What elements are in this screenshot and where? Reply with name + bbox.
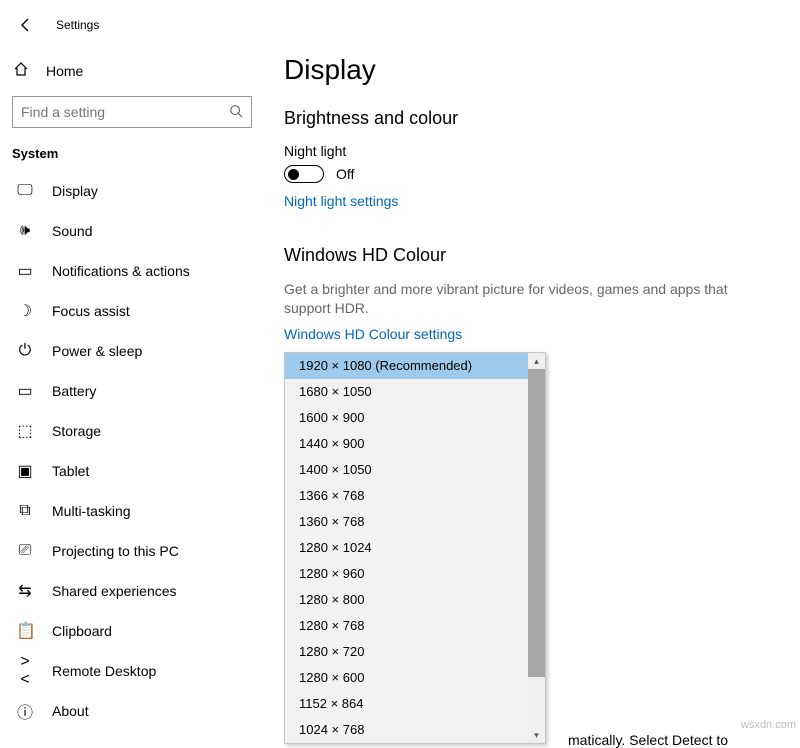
scroll-thumb[interactable] — [528, 369, 545, 677]
scroll-down-icon[interactable]: ▾ — [528, 727, 545, 743]
resolution-option-list: 1920 × 1080 (Recommended)1680 × 10501600… — [285, 353, 528, 743]
clipboard-icon: 📋 — [16, 621, 34, 641]
resolution-option[interactable]: 1366 × 768 — [285, 483, 528, 509]
sidebar-item-label: Battery — [52, 383, 96, 399]
sidebar-item-power-sleep[interactable]: ⏻ Power & sleep — [12, 331, 252, 371]
resolution-option[interactable]: 1360 × 768 — [285, 509, 528, 535]
window-title: Settings — [56, 18, 99, 32]
shared-icon: ⇆ — [16, 581, 34, 601]
sidebar-item-notifications-actions[interactable]: ▭ Notifications & actions — [12, 251, 252, 291]
sidebar-item-label: Focus assist — [52, 303, 130, 319]
sidebar-item-label: Multi-tasking — [52, 503, 131, 519]
storage-icon: ⬚ — [16, 421, 34, 441]
resolution-option[interactable]: 1680 × 1050 — [285, 379, 528, 405]
dropdown-scrollbar[interactable]: ▴ ▾ — [528, 353, 545, 743]
sidebar-item-label: Notifications & actions — [52, 263, 190, 279]
night-light-state: Off — [336, 166, 354, 182]
hdcolour-header: Windows HD Colour — [284, 245, 772, 266]
resolution-dropdown[interactable]: 1920 × 1080 (Recommended)1680 × 10501600… — [284, 352, 546, 744]
sidebar-item-tablet[interactable]: ▣ Tablet — [12, 451, 252, 491]
back-button[interactable] — [14, 13, 38, 37]
night-light-label: Night light — [284, 143, 772, 159]
sidebar-item-remote-desktop[interactable]: >< Remote Desktop — [12, 651, 252, 691]
search-input-container[interactable] — [12, 96, 252, 128]
hdcolour-settings-link[interactable]: Windows HD Colour settings — [284, 326, 462, 342]
sidebar-item-label: Projecting to this PC — [52, 543, 179, 559]
toggle-knob — [288, 169, 299, 180]
sidebar-item-storage[interactable]: ⬚ Storage — [12, 411, 252, 451]
resolution-option[interactable]: 1280 × 720 — [285, 639, 528, 665]
scroll-track[interactable] — [528, 369, 545, 727]
tablet-icon: ▣ — [16, 461, 34, 481]
multitasking-icon: ⧉ — [16, 502, 34, 520]
sidebar-item-label: Power & sleep — [52, 343, 142, 359]
sidebar-item-shared-experiences[interactable]: ⇆ Shared experiences — [12, 571, 252, 611]
sidebar-item-label: Storage — [52, 423, 101, 439]
resolution-option[interactable]: 1600 × 900 — [285, 405, 528, 431]
sidebar-item-label: Shared experiences — [52, 583, 177, 599]
main-content: Display Brightness and colour Night ligh… — [264, 50, 800, 735]
night-light-toggle[interactable] — [284, 165, 324, 183]
focus-assist-icon: ☽ — [16, 301, 34, 321]
night-light-settings-link[interactable]: Night light settings — [284, 193, 398, 209]
notifications-icon: ▭ — [16, 261, 34, 281]
resolution-option[interactable]: 1400 × 1050 — [285, 457, 528, 483]
projecting-icon: ⎚ — [16, 542, 34, 560]
sidebar-item-label: Remote Desktop — [52, 663, 156, 679]
sidebar-item-label: Sound — [52, 223, 92, 239]
brightness-header: Brightness and colour — [284, 108, 772, 129]
sidebar-item-display[interactable]: 🖵 Display — [12, 171, 252, 211]
sidebar: Home System 🖵 Display 🕪 Sound ▭ Notifications… — [0, 50, 264, 735]
sidebar-item-clipboard[interactable]: 📋 Clipboard — [12, 611, 252, 651]
resolution-option[interactable]: 1280 × 768 — [285, 613, 528, 639]
sidebar-item-sound[interactable]: 🕪 Sound — [12, 211, 252, 251]
hdcolour-desc: Get a brighter and more vibrant picture … — [284, 280, 772, 318]
home-label: Home — [46, 63, 83, 79]
sidebar-item-projecting-to-this-pc[interactable]: ⎚ Projecting to this PC — [12, 531, 252, 571]
resolution-option[interactable]: 1920 × 1080 (Recommended) — [285, 353, 528, 379]
sound-icon: 🕪 — [16, 222, 34, 240]
search-input[interactable] — [21, 104, 229, 120]
resolution-option[interactable]: 1152 × 864 — [285, 691, 528, 717]
watermark: wsxdn.com — [741, 719, 796, 731]
detect-text-fragment: matically. Select Detect to — [568, 732, 728, 748]
sidebar-item-label: Display — [52, 183, 98, 199]
nav-list: 🖵 Display 🕪 Sound ▭ Notifications & actions ☽ F… — [12, 171, 252, 731]
sidebar-section-header: System — [12, 146, 252, 161]
sidebar-item-about[interactable]: ⓘ About — [12, 691, 252, 731]
sidebar-item-multi-tasking[interactable]: ⧉ Multi-tasking — [12, 491, 252, 531]
sidebar-item-label: Clipboard — [52, 623, 112, 639]
home-icon — [12, 61, 30, 81]
sidebar-item-label: Tablet — [52, 463, 89, 479]
window-header: Settings — [0, 0, 800, 50]
resolution-option[interactable]: 1280 × 1024 — [285, 535, 528, 561]
resolution-option[interactable]: 1280 × 800 — [285, 587, 528, 613]
resolution-option[interactable]: 1280 × 600 — [285, 665, 528, 691]
about-icon: ⓘ — [16, 699, 34, 723]
page-title: Display — [284, 54, 772, 86]
resolution-option[interactable]: 1024 × 768 — [285, 717, 528, 743]
battery-icon: ▭ — [16, 381, 34, 401]
power-icon: ⏻ — [16, 342, 34, 360]
home-button[interactable]: Home — [12, 56, 252, 86]
sidebar-item-label: About — [52, 703, 89, 719]
display-icon: 🖵 — [16, 182, 34, 200]
sidebar-item-battery[interactable]: ▭ Battery — [12, 371, 252, 411]
search-icon — [229, 104, 243, 121]
back-icon — [18, 17, 34, 33]
sidebar-item-focus-assist[interactable]: ☽ Focus assist — [12, 291, 252, 331]
resolution-option[interactable]: 1440 × 900 — [285, 431, 528, 457]
scroll-up-icon[interactable]: ▴ — [528, 353, 545, 369]
remote-desktop-icon: >< — [16, 653, 34, 689]
resolution-option[interactable]: 1280 × 960 — [285, 561, 528, 587]
